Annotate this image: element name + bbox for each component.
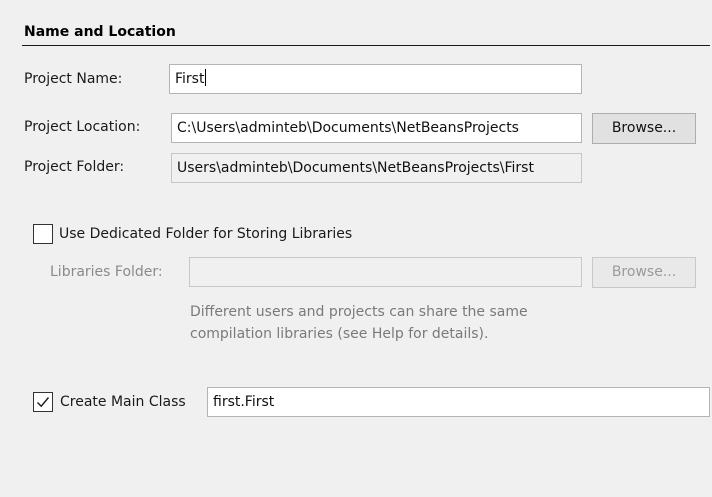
create-main-class-checkbox[interactable]	[33, 392, 53, 412]
project-location-input[interactable]: C:\Users\adminteb\Documents\NetBeansProj…	[171, 113, 582, 143]
text-caret	[205, 69, 207, 86]
project-name-label: Project Name:	[24, 71, 123, 87]
project-name-input[interactable]: First	[169, 64, 582, 94]
libraries-hint-text: Different users and projects can share t…	[190, 301, 610, 345]
browse-location-button[interactable]: Browse...	[592, 113, 696, 144]
project-folder-field[interactable]: Users\adminteb\Documents\NetBeansProject…	[171, 153, 582, 183]
browse-libraries-button[interactable]: Browse...	[592, 257, 696, 288]
hint-line-2: compilation libraries (see Help for deta…	[190, 326, 489, 342]
project-name-value: First	[175, 71, 205, 87]
create-main-class-label[interactable]: Create Main Class	[60, 394, 186, 410]
libraries-folder-label: Libraries Folder:	[50, 264, 163, 280]
main-class-input[interactable]: first.First	[207, 387, 710, 417]
section-divider	[22, 45, 710, 46]
checkmark-icon	[37, 397, 50, 408]
hint-line-1: Different users and projects can share t…	[190, 304, 528, 320]
project-location-label: Project Location:	[24, 119, 141, 135]
libraries-folder-input[interactable]	[189, 257, 582, 287]
dedicated-folder-checkbox[interactable]	[33, 224, 53, 244]
section-title: Name and Location	[24, 24, 176, 40]
project-folder-label: Project Folder:	[24, 159, 125, 175]
dedicated-folder-label[interactable]: Use Dedicated Folder for Storing Librari…	[59, 226, 352, 242]
